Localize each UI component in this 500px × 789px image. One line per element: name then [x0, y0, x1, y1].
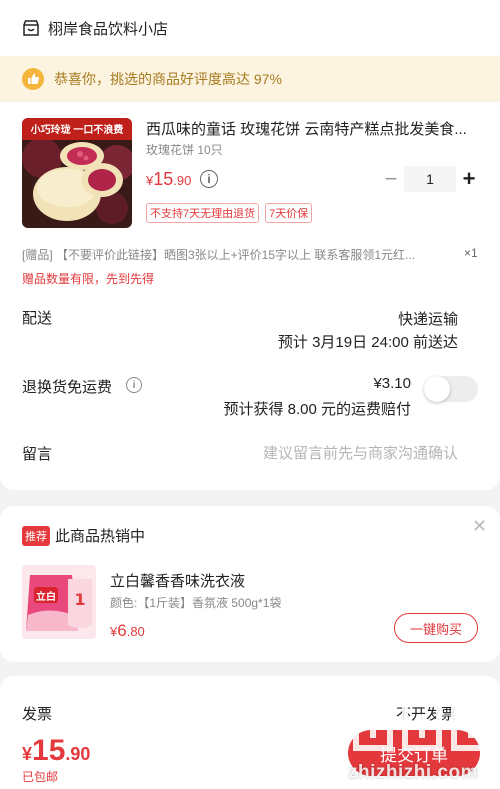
product-tags: 不支持7天无理由退货 7天价保 [146, 203, 313, 223]
shipping-note: 已包邮 [22, 770, 59, 784]
price-integer: 15 [153, 169, 174, 189]
rec-price-currency: ¥ [110, 624, 118, 639]
recommend-title: 此商品热销中 [55, 528, 146, 545]
store-icon [23, 20, 39, 36]
recommend-badge: 推荐 [22, 526, 50, 546]
product-image[interactable]: 小巧玲珑 一口不浪费 [22, 118, 132, 228]
one-click-buy-button[interactable]: 一键购买 [394, 613, 478, 643]
product-title[interactable]: 西瓜味的童话 玫瑰花饼 云南特产糕点批发美食... [146, 118, 476, 139]
tag-price-protect: 7天价保 [265, 203, 313, 223]
order-card: 栩岸食品饮料小店 恭喜你，挑选的商品好评度高达 97% 小巧玲珑 一口不浪费 西… [0, 0, 500, 490]
increase-button[interactable]: + [456, 168, 482, 190]
product-spec[interactable]: 玫瑰花饼 10只 [146, 141, 223, 158]
recommend-brand-mark: 立白 [36, 592, 56, 603]
close-icon[interactable]: ✕ [472, 516, 487, 537]
message-label: 留言 [22, 446, 53, 463]
gift-quantity: ×1 [464, 246, 478, 260]
decrease-button[interactable]: − [378, 168, 404, 190]
delivery-label: 配送 [22, 310, 53, 327]
shop-header[interactable]: 栩岸食品饮料小店 [22, 14, 168, 42]
thumbs-up-icon [22, 68, 44, 90]
price-decimal: .90 [173, 173, 192, 188]
submit-order-button[interactable]: 提交订单 [348, 730, 480, 776]
quantity-stepper: − 1 + [378, 166, 482, 192]
gift-warning: 赠品数量有限，先到先得 [22, 272, 155, 286]
price-info-icon[interactable]: i [200, 170, 218, 188]
gift-line: [赠品] 【不要评价此链接】晒图3张以上+评价15字以上 联系客服领1元红... [22, 248, 416, 262]
svg-text:1: 1 [74, 590, 85, 609]
total-currency: ¥ [22, 744, 33, 764]
tag-no-return: 不支持7天无理由退货 [146, 203, 260, 223]
product-price: ¥ 15 .90 [146, 169, 191, 190]
rec-price-decimal: .80 [126, 624, 145, 639]
return-shipping-label: 退换货免运费 [22, 379, 113, 396]
delivery-method[interactable]: 快递运输 [398, 308, 458, 329]
praise-banner: 恭喜你，挑选的商品好评度高达 97% [0, 56, 500, 102]
total-price: ¥ 15 .90 [22, 734, 90, 768]
rec-price-integer: 6 [117, 621, 127, 640]
shop-name[interactable]: 栩岸食品饮料小店 [48, 18, 168, 39]
invoice-value[interactable]: 不开发票 [396, 703, 456, 724]
delivery-eta: 预计 3月19日 24:00 前送达 [277, 334, 458, 351]
recommend-price: ¥ 6 .80 [110, 621, 145, 641]
return-shipping-info-icon[interactable]: i [126, 377, 142, 393]
recommend-spec: 颜色:【1斤装】香氛液 500g*1袋 [110, 596, 282, 610]
return-shipping-price: ¥3.10 [373, 375, 411, 392]
praise-text: 恭喜你，挑选的商品好评度高达 97% [54, 71, 282, 87]
message-input[interactable] [180, 442, 458, 464]
toggle-knob [424, 376, 450, 402]
recommend-image[interactable]: 1 立白 [22, 565, 96, 639]
price-currency: ¥ [146, 173, 154, 188]
total-decimal: .90 [65, 744, 91, 764]
total-integer: 15 [32, 734, 66, 767]
invoice-label: 发票 [22, 706, 53, 723]
return-shipping-toggle[interactable] [424, 376, 478, 402]
quantity-value[interactable]: 1 [404, 166, 456, 192]
recommend-name[interactable]: 立白馨香香味洗衣液 [110, 570, 245, 591]
return-shipping-note: 预计获得 8.00 元的运费赔付 [223, 401, 411, 418]
product-image-banner: 小巧玲珑 一口不浪费 [30, 125, 124, 136]
